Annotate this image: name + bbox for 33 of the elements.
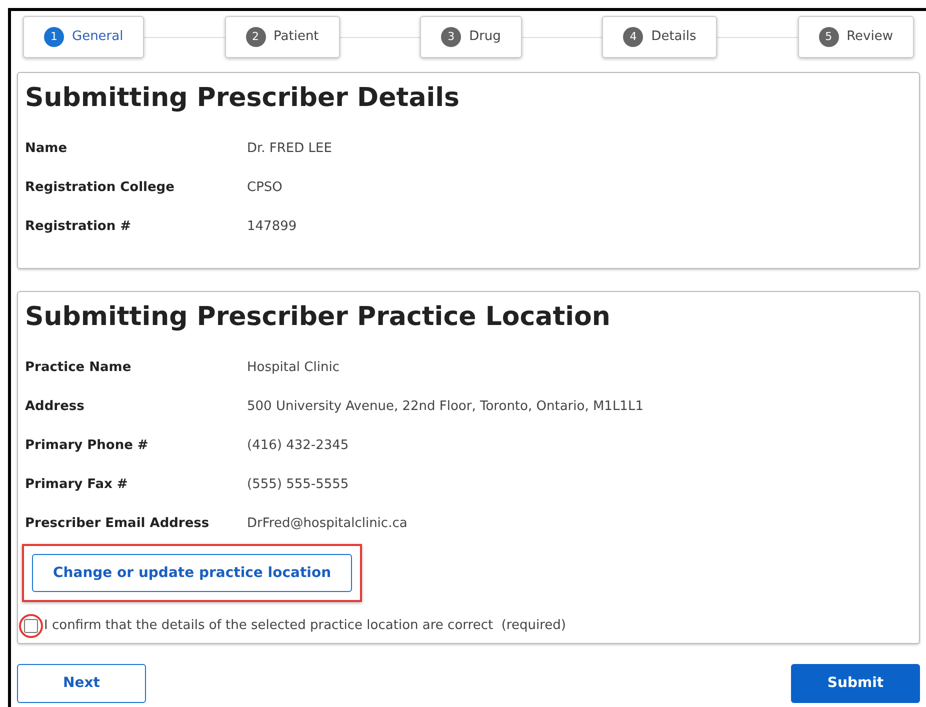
step-number: 1 xyxy=(44,27,64,47)
step-tab[interactable]: 1 General xyxy=(23,16,144,58)
field-value: CPSO xyxy=(247,178,282,197)
field-label: Practice Name xyxy=(25,358,132,377)
field-value: 500 University Avenue, 22nd Floor, Toronto, Ontario, M1L1L1 xyxy=(247,398,644,416)
field-value: DrFred@hospitalclinic.ca xyxy=(247,514,408,533)
field-label: Prescriber Email Address xyxy=(25,514,210,533)
section-title: Submitting Prescriber Practice Location xyxy=(25,301,612,334)
change-location-button[interactable]: Change or update practice location xyxy=(32,554,352,592)
step-tab[interactable]: 4 Details xyxy=(602,16,718,58)
confirm-label: I confirm that the details of the selected practice location are correct (required) xyxy=(44,617,566,636)
step-tab[interactable]: 5 Review xyxy=(798,16,914,58)
field-label: Registration # xyxy=(25,218,132,236)
confirm-checkbox[interactable] xyxy=(24,619,38,633)
field-value: Dr. FRED LEE xyxy=(247,140,332,158)
next-button[interactable]: Next xyxy=(17,664,146,703)
step-number: 4 xyxy=(623,27,644,47)
submit-button[interactable]: Submit xyxy=(791,664,920,703)
field-value: (416) 432-2345 xyxy=(247,436,349,455)
field-value: 147899 xyxy=(247,218,297,236)
field-label: Primary Fax # xyxy=(25,476,129,494)
field-value: Hospital Clinic xyxy=(247,358,340,377)
field-value: (555) 555-5555 xyxy=(247,476,349,494)
step-tab[interactable]: 3 Drug xyxy=(420,16,522,58)
step-number: 3 xyxy=(441,27,462,47)
section-title: Submitting Prescriber Details xyxy=(25,82,461,115)
field-label: Primary Phone # xyxy=(25,436,150,455)
step-tab[interactable]: 2 Patient xyxy=(224,16,340,58)
field-label: Registration College xyxy=(25,178,176,197)
step-number: 2 xyxy=(246,27,266,47)
step-number: 5 xyxy=(818,27,839,47)
field-label: Name xyxy=(25,140,68,158)
field-label: Address xyxy=(25,398,86,416)
